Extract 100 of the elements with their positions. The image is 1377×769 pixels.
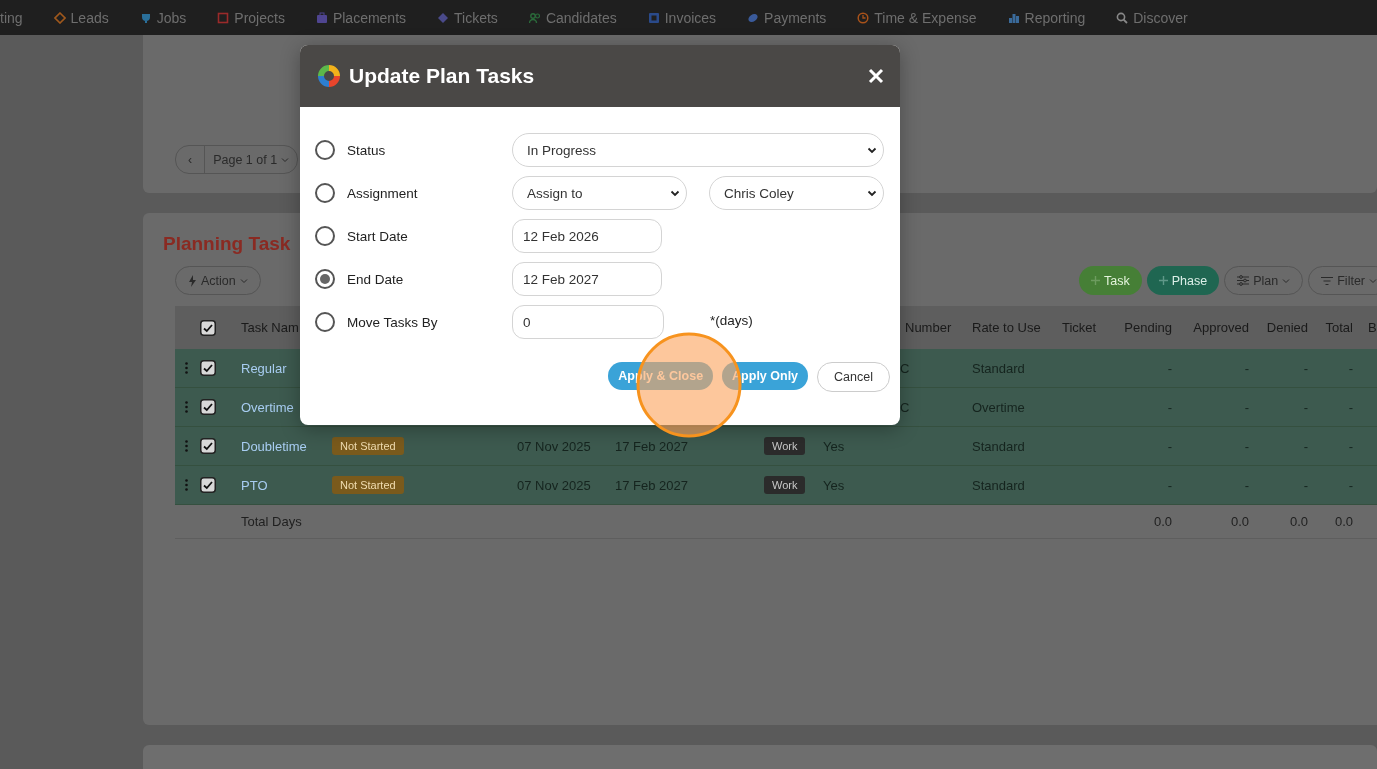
nav-icon xyxy=(1007,11,1020,24)
table-cell: - xyxy=(1167,360,1172,376)
lightning-icon xyxy=(188,274,197,287)
nav-item[interactable]: Payments xyxy=(747,9,827,26)
nav-icon xyxy=(315,11,328,24)
type-badge: Work xyxy=(764,437,806,455)
nav-item[interactable]: Invoices xyxy=(647,9,717,26)
task-link[interactable]: Doubletime xyxy=(241,438,307,454)
table-cell: - xyxy=(1303,399,1308,415)
nav-icon xyxy=(857,11,870,24)
task-link[interactable]: Regular xyxy=(241,360,287,376)
total-label: Total Days xyxy=(241,514,302,529)
close-icon xyxy=(868,68,884,84)
option-label: Start Date xyxy=(347,228,409,244)
sliders-icon xyxy=(1237,275,1250,286)
option-label: Assignment xyxy=(347,185,419,201)
status-badge: Not Started xyxy=(332,437,404,455)
select-dropdown[interactable]: Chris Coley xyxy=(709,176,884,210)
type-badge: Work xyxy=(764,476,806,494)
nav-item[interactable]: Discover xyxy=(1116,9,1188,26)
nav-item[interactable]: Tickets xyxy=(437,9,498,26)
nav-icon xyxy=(53,11,66,24)
column-header: Total xyxy=(1325,320,1353,335)
nav-item[interactable]: Candidates xyxy=(528,9,617,26)
status-badge: Not Started xyxy=(332,476,404,494)
table-cell: - xyxy=(1348,477,1353,493)
nav-icon xyxy=(647,11,660,24)
table-cell: - xyxy=(1303,438,1308,454)
checkbox[interactable] xyxy=(200,319,216,336)
previous-page-button[interactable]: ‹ xyxy=(176,146,206,173)
add-button[interactable]: Phase xyxy=(1146,266,1220,295)
unit-label: *(days) xyxy=(710,312,753,328)
nav-icon xyxy=(528,11,541,24)
table-cell: - xyxy=(1244,399,1249,415)
checkbox[interactable] xyxy=(200,477,216,493)
radio-button[interactable] xyxy=(315,312,335,332)
column-header: Rate to Use xyxy=(972,320,1041,335)
chevron-icon xyxy=(867,189,877,197)
chevron-icon xyxy=(1282,277,1291,284)
nav-item[interactable]: Jobs xyxy=(139,9,187,26)
column-header: Task Nam xyxy=(241,320,299,335)
checkbox[interactable] xyxy=(200,399,216,415)
option-label: Move Tasks By xyxy=(347,314,439,330)
nav-item[interactable]: Projects xyxy=(217,9,285,26)
table-cell: 0.0 xyxy=(1153,514,1172,529)
close-button[interactable] xyxy=(868,68,884,84)
table-cell: 0.0 xyxy=(1289,514,1308,529)
table-cell: - xyxy=(1244,438,1249,454)
add-button[interactable]: Task xyxy=(1079,266,1142,295)
nav-icon xyxy=(1116,11,1129,24)
column-header: Number xyxy=(905,320,952,335)
option-label: End Date xyxy=(347,271,405,287)
column-header: Approved xyxy=(1193,320,1249,335)
radio-button[interactable] xyxy=(315,269,335,289)
table-cell: - xyxy=(1244,477,1249,493)
chevron-icon xyxy=(281,156,290,163)
nav-icon xyxy=(747,11,760,24)
cancel-button[interactable]: Cancel xyxy=(817,362,890,392)
logo-icon xyxy=(316,63,342,89)
table-cell: - xyxy=(1167,399,1172,415)
dialog-title: Update Plan Tasks xyxy=(349,64,535,88)
task-link[interactable]: PTO xyxy=(241,477,268,493)
nav-icon xyxy=(139,11,152,24)
nav-item[interactable]: Reporting xyxy=(1007,9,1086,26)
nav-item[interactable]: Placements xyxy=(315,9,407,26)
task-link[interactable]: Overtime xyxy=(241,399,294,415)
nav-item[interactable]: ting xyxy=(0,9,23,26)
table-cell: - xyxy=(1303,360,1308,376)
column-header: Ticket xyxy=(1062,320,1097,335)
drag-handle-icon[interactable] xyxy=(185,362,188,374)
nav-item[interactable]: Leads xyxy=(53,9,109,26)
nav-icon xyxy=(437,11,450,24)
page-dropdown[interactable]: Page 1 of 1 xyxy=(205,152,298,167)
checkbox[interactable] xyxy=(200,360,216,376)
table-cell: - xyxy=(1167,438,1172,454)
date-field[interactable]: 12 Feb 2027 xyxy=(512,262,662,296)
option-label: Status xyxy=(347,142,387,158)
table-cell: - xyxy=(1303,477,1308,493)
radio-button[interactable] xyxy=(315,140,335,160)
plus-icon xyxy=(1091,276,1101,285)
checkbox[interactable] xyxy=(200,438,216,454)
column-header: Denied xyxy=(1266,320,1308,335)
column-header: Pending xyxy=(1124,320,1172,335)
chevron-icon xyxy=(867,146,877,154)
table-cell: - xyxy=(1244,360,1249,376)
radio-button[interactable] xyxy=(315,226,335,246)
table-cell: 0.0 xyxy=(1334,514,1353,529)
number-field[interactable]: 0 xyxy=(512,305,664,339)
table-cell: - xyxy=(1348,360,1353,376)
table-cell: - xyxy=(1348,438,1353,454)
nav-item[interactable]: Time & Expense xyxy=(857,9,977,26)
drag-handle-icon[interactable] xyxy=(185,401,188,413)
drag-handle-icon[interactable] xyxy=(185,440,188,452)
drag-handle-icon[interactable] xyxy=(185,479,188,491)
date-field[interactable]: 12 Feb 2026 xyxy=(512,219,662,253)
table-cell: - xyxy=(1348,399,1353,415)
section-title: Planning Task xyxy=(163,233,291,256)
radio-button[interactable] xyxy=(315,183,335,203)
nav-icon xyxy=(217,11,230,24)
column-header: B xyxy=(1368,320,1377,335)
